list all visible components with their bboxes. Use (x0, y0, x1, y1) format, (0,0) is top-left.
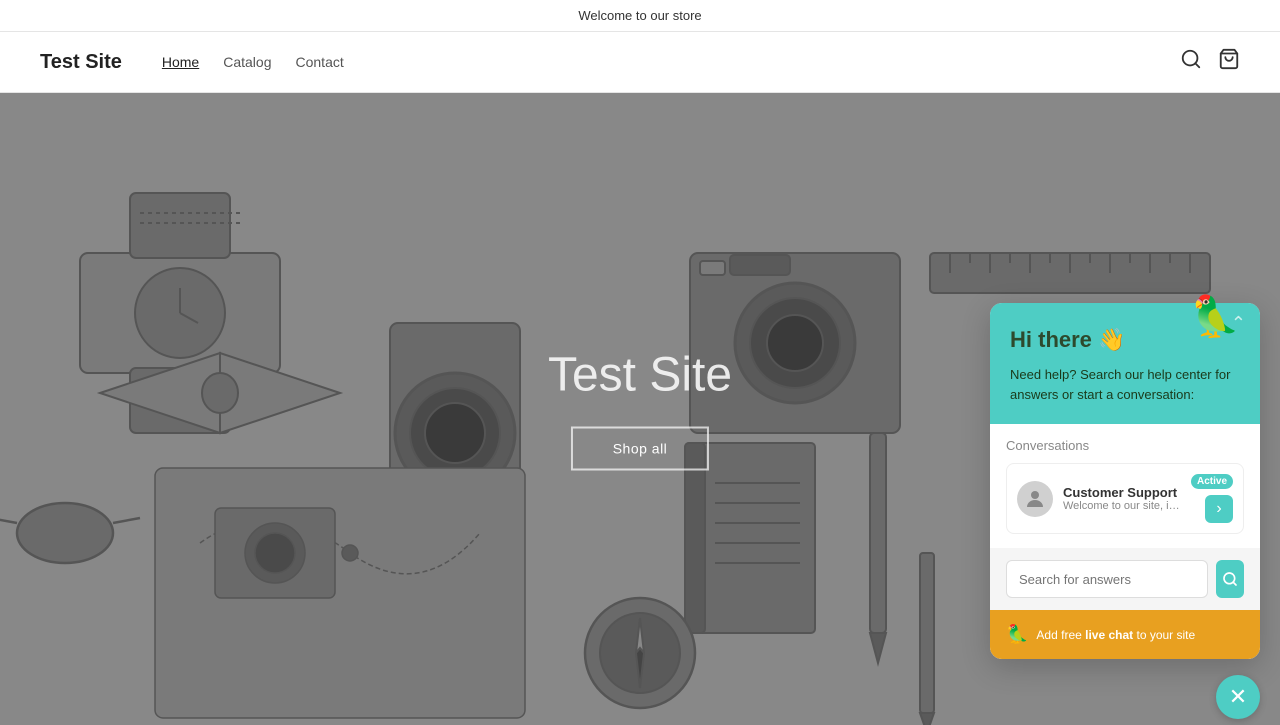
header-icons (1180, 48, 1240, 76)
shop-all-button[interactable]: Shop all (571, 427, 710, 471)
conversation-avatar (1017, 481, 1053, 517)
hero-section: Test Site Shop all 🦜 ⌃ Hi there 👋 Need h… (0, 93, 1280, 725)
cart-icon[interactable] (1218, 48, 1240, 76)
conversation-info: Customer Support Welcome to our site, if… (1063, 485, 1181, 512)
chat-widget: 🦜 ⌃ Hi there 👋 Need help? Search our hel… (990, 303, 1260, 659)
search-section (990, 548, 1260, 610)
banner-text: Welcome to our store (578, 8, 701, 23)
conversation-item[interactable]: Customer Support Welcome to our site, if… (1006, 463, 1244, 534)
hero-title: Test Site (548, 348, 732, 403)
conversation-preview: Welcome to our site, if you ne... (1063, 500, 1181, 512)
chat-collapse-button[interactable]: ⌃ (1231, 313, 1246, 334)
chat-body: Conversations Customer Support Welcome t… (990, 424, 1260, 659)
conversation-name: Customer Support (1063, 485, 1181, 500)
active-badge: Active (1191, 474, 1233, 489)
top-banner: Welcome to our store (0, 0, 1280, 32)
chat-header: 🦜 ⌃ Hi there 👋 Need help? Search our hel… (990, 303, 1260, 424)
search-input[interactable] (1006, 560, 1208, 598)
header: Test Site Home Catalog Contact (0, 32, 1280, 93)
search-button[interactable] (1216, 560, 1244, 598)
conversations-label: Conversations (1006, 438, 1244, 453)
conversations-section: Conversations Customer Support Welcome t… (990, 424, 1260, 548)
nav-catalog[interactable]: Catalog (223, 54, 271, 70)
nav-home[interactable]: Home (162, 54, 199, 70)
search-icon[interactable] (1180, 48, 1202, 76)
chat-cta[interactable]: 🦜 Add free live chat to your site (990, 610, 1260, 659)
main-nav: Home Catalog Contact (162, 54, 344, 70)
chat-subtitle: Need help? Search our help center for an… (1010, 365, 1240, 404)
conversation-arrow-button[interactable]: › (1205, 495, 1233, 523)
nav-contact[interactable]: Contact (296, 54, 344, 70)
header-left: Test Site Home Catalog Contact (40, 51, 344, 74)
chat-close-button[interactable]: ✕ (1216, 675, 1260, 719)
conversation-right: Active › (1191, 474, 1233, 523)
hero-content: Test Site Shop all (548, 348, 732, 471)
chat-cta-text: Add free live chat to your site (1036, 628, 1195, 642)
site-title: Test Site (40, 51, 122, 74)
chat-cta-icon: 🦜 (1006, 624, 1028, 645)
